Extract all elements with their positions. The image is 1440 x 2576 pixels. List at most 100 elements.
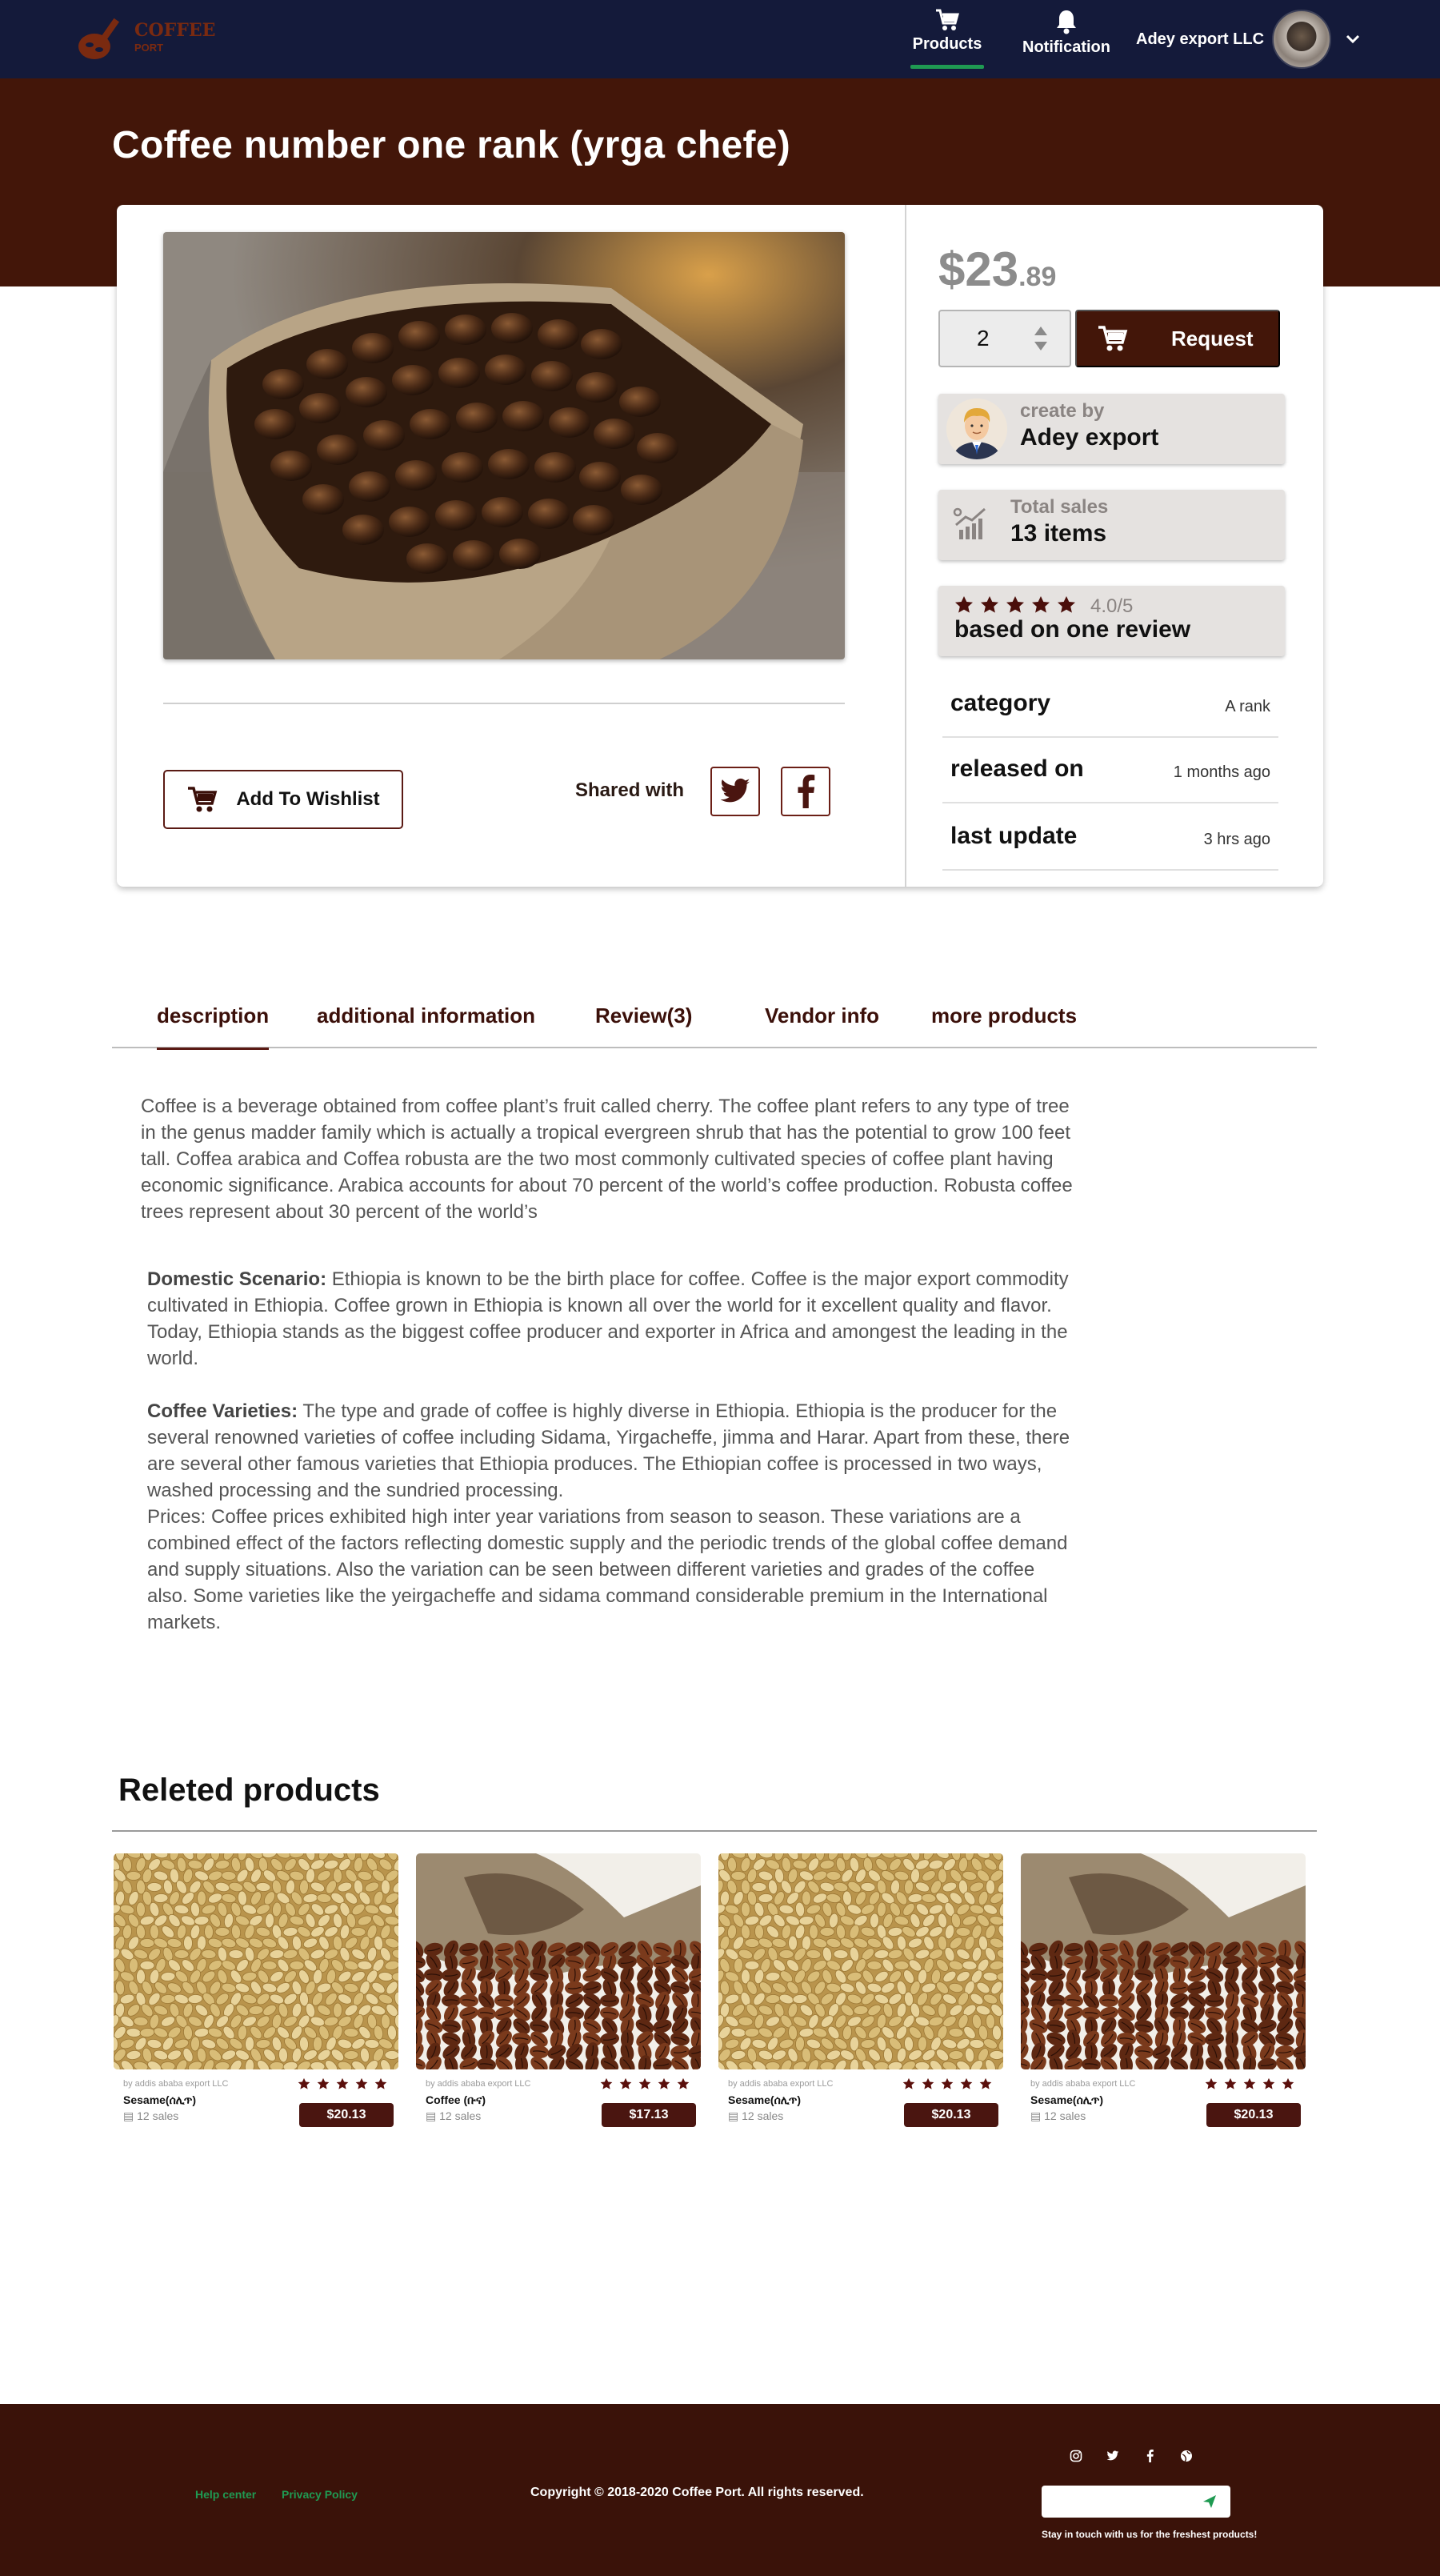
star-icon	[981, 596, 998, 613]
add-to-wishlist-button[interactable]: Add To Wishlist	[163, 770, 403, 829]
creator-avatar	[946, 399, 1007, 459]
description-intro: Coffee is a beverage obtained from coffe…	[141, 1096, 1073, 1223]
star-icon	[374, 2077, 387, 2089]
product-image	[163, 232, 845, 659]
star-icon	[1282, 2077, 1294, 2089]
related-product-card[interactable]: by addis ababa export LLC Sesame(ሰሊጥ) ▤ …	[718, 1853, 1003, 2133]
nav-notification[interactable]: Notification	[1014, 0, 1118, 78]
twitter-share-button[interactable]	[710, 767, 760, 816]
related-price-button[interactable]: $20.13	[1206, 2103, 1301, 2127]
wishlist-label: Add To Wishlist	[236, 788, 380, 810]
nav-notification-label: Notification	[1022, 38, 1110, 56]
top-navbar: COFFEE PORT Products Notification Adey e…	[0, 0, 1440, 78]
price-main: $23	[938, 242, 1019, 296]
related-product-card[interactable]: by addis ababa export LLC Sesame(ሰሊጥ) ▤ …	[114, 1853, 398, 2133]
meta-key: last update	[950, 823, 1078, 849]
related-sales: ▤ 12 sales	[123, 2109, 179, 2122]
logo[interactable]: COFFEE PORT	[69, 10, 215, 70]
facebook-icon	[798, 775, 815, 808]
rating-stars	[954, 595, 1082, 613]
privacy-policy-link[interactable]: Privacy Policy	[282, 2488, 358, 2501]
shared-with-label: Shared with	[575, 779, 685, 801]
tab-additional-information[interactable]: additional information	[317, 1004, 535, 1048]
tab-vendor-info[interactable]: Vendor info	[765, 1004, 879, 1048]
send-icon[interactable]	[1202, 2494, 1218, 2510]
related-stars	[600, 2077, 696, 2089]
related-price-button[interactable]: $20.13	[299, 2103, 394, 2127]
related-vendor: by addis ababa export LLC	[728, 2079, 834, 2089]
related-stars	[902, 2077, 998, 2089]
star-icon	[1224, 2077, 1237, 2089]
star-icon	[1243, 2077, 1256, 2089]
related-sales: ▤ 12 sales	[1030, 2109, 1086, 2122]
facebook-share-button[interactable]	[781, 767, 830, 816]
related-stars	[1205, 2077, 1301, 2089]
account-menu[interactable]: Adey export LLC	[1136, 0, 1360, 78]
footer: Help center Privacy Policy Copyright © 2…	[0, 2404, 1440, 2576]
meta-key: released on	[950, 755, 1084, 782]
tab-description[interactable]: description	[157, 1004, 270, 1050]
globe-icon[interactable]	[1179, 2449, 1194, 2463]
related-sales: ▤ 12 sales	[426, 2109, 482, 2122]
card-divider	[905, 205, 906, 887]
request-button[interactable]: Request	[1075, 310, 1280, 367]
related-price-button[interactable]: $20.13	[904, 2103, 998, 2127]
related-vendor: by addis ababa export LLC	[123, 2079, 229, 2089]
product-price: $23.89	[938, 242, 1056, 297]
related-vendor: by addis ababa export LLC	[1030, 2079, 1136, 2089]
star-icon	[336, 2077, 349, 2089]
related-product-image	[416, 1853, 701, 2069]
meta-value: 1 months ago	[1173, 763, 1270, 781]
star-icon	[979, 2077, 992, 2089]
rating-box[interactable]: 4.0/5 based on one review	[938, 586, 1285, 656]
tab-more-products[interactable]: more products	[931, 1004, 1077, 1048]
related-product-image	[718, 1853, 1003, 2069]
related-product-card[interactable]: by addis ababa export LLC Sesame(ሰሊጥ) ▤ …	[1021, 1853, 1306, 2133]
meta-value: A rank	[1225, 698, 1270, 715]
avatar	[1272, 10, 1332, 69]
cart-icon	[1098, 326, 1128, 351]
domestic-scenario-paragraph: Domestic Scenario: Ethiopia is known to …	[147, 1266, 1075, 1372]
meta-last-update: last update 3 hrs ago	[942, 805, 1278, 871]
help-center-link[interactable]: Help center	[195, 2488, 256, 2501]
star-icon	[619, 2077, 632, 2089]
related-product-card[interactable]: by addis ababa export LLC Coffee (ቡና) ▤ …	[416, 1853, 701, 2133]
nav-products[interactable]: Products	[909, 0, 986, 78]
twitter-icon	[720, 778, 750, 803]
bell-icon	[1057, 10, 1076, 34]
logo-text: COFFEE	[134, 20, 216, 41]
price-cents: .89	[1018, 262, 1057, 292]
facebook-icon[interactable]	[1142, 2449, 1157, 2463]
meta-released: released on 1 months ago	[942, 738, 1278, 803]
chevron-down-icon[interactable]	[1346, 34, 1360, 44]
stepper-arrows-icon[interactable]	[1033, 325, 1049, 352]
tab-review[interactable]: Review(3)	[595, 1004, 692, 1048]
cart-icon	[936, 9, 959, 30]
domestic-heading: Domestic Scenario:	[147, 1268, 327, 1290]
instagram-icon[interactable]	[1069, 2449, 1083, 2463]
description-details: Domestic Scenario: Ethiopia is known to …	[147, 1266, 1075, 1636]
account-name: Adey export LLC	[1136, 30, 1265, 48]
active-indicator	[910, 65, 984, 69]
product-tabs: description additional information Revie…	[112, 992, 1317, 1050]
creator-name: Adey export	[1020, 424, 1159, 451]
related-vendor: by addis ababa export LLC	[426, 2079, 531, 2089]
meta-category: category A rank	[942, 672, 1278, 738]
creator-box[interactable]: create by Adey export	[938, 394, 1285, 464]
quantity-stepper[interactable]: 2	[938, 310, 1071, 367]
review-count: based on one review	[954, 616, 1191, 643]
related-divider	[112, 1830, 1317, 1832]
related-product-image	[114, 1853, 398, 2069]
twitter-icon[interactable]	[1106, 2449, 1120, 2463]
logo-subtext: PORT	[134, 42, 164, 54]
related-name: Sesame(ሰሊጥ)	[123, 2093, 197, 2106]
star-icon	[922, 2077, 934, 2089]
related-products-title: Releted products	[118, 1773, 380, 1808]
image-divider	[163, 703, 845, 704]
star-icon	[677, 2077, 690, 2089]
coffee-varieties-paragraph: Coffee Varieties: The type and grade of …	[147, 1398, 1075, 1504]
related-price-button[interactable]: $17.13	[602, 2103, 696, 2127]
total-sales-value: 13 items	[1010, 520, 1107, 547]
meta-value: 3 hrs ago	[1203, 831, 1270, 848]
star-icon	[902, 2077, 915, 2089]
